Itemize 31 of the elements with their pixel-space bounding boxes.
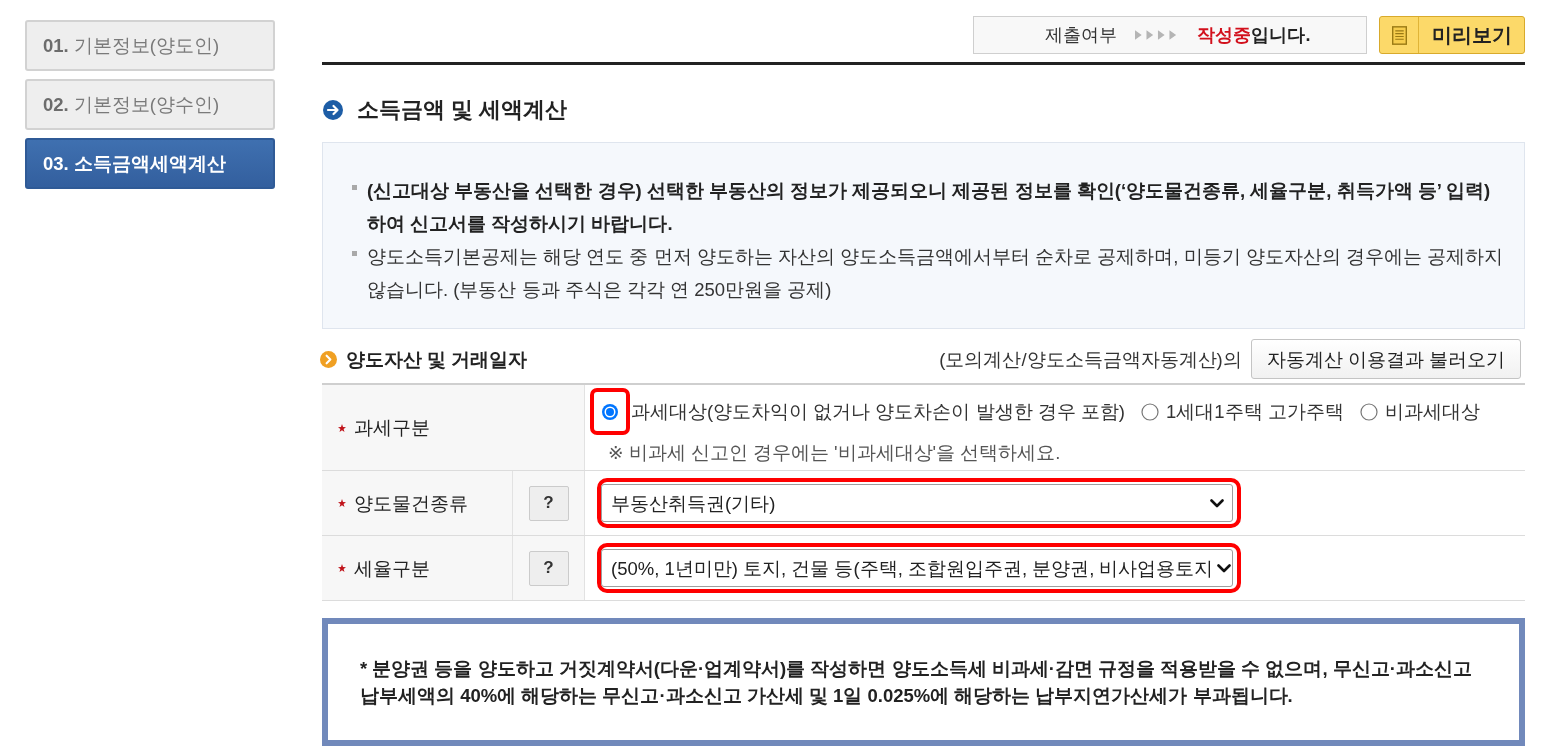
select-field[interactable]: (50%, 1년미만) 토지, 건물 등(주택, 조합원입주권, 분양권, 비사업용토지 <box>601 549 1233 587</box>
load-results-button[interactable]: 자동계산 이용결과 불러오기 <box>1250 339 1521 379</box>
status-label: 제출여부 <box>1045 24 1118 47</box>
sidebar-item[interactable]: 01. 기본정보(양도인) <box>25 20 275 71</box>
document-icon <box>1391 25 1407 45</box>
autocalc-caption: (모의계산/양도소득금액자동계산)의 <box>939 347 1242 372</box>
bullet-icon <box>352 185 357 190</box>
notice-text: 양도소득기본공제는 해당 연도 중 먼저 양도하는 자산의 양도소득금액에서부터 순차로 공제하며, 미등기 양도자산의 경우에는 공제하지 않습니다. (부동산 등과 주식은 각각 연 250만원을 공제) <box>367 245 1504 302</box>
field-label: 양도물건종류 <box>354 491 468 516</box>
hint-text: ※ 비과세 신고인 경우에는 '비과세대상'을 선택하세요. <box>608 441 1062 465</box>
section-title: 소득금액 및 세액계산 <box>357 97 567 124</box>
radio-option[interactable]: 과세대상(양도차익이 없거나 양도차손이 발생한 경우 포함) <box>590 388 1126 435</box>
field-label: 세율구분 <box>354 556 430 581</box>
sidebar-item[interactable]: 03. 소득금액세액계산 <box>25 138 275 189</box>
arrow-circle-icon <box>323 100 343 120</box>
help-button[interactable]: ? <box>528 485 569 521</box>
chevron-circle-icon <box>320 350 337 368</box>
sidebar-item[interactable]: 02. 기본정보(양수인) <box>25 79 275 130</box>
preview-button[interactable]: 미리보기 <box>1379 16 1525 54</box>
chevron-down-icon <box>1210 498 1224 508</box>
select-field[interactable]: 부동산취득권(기타) <box>601 484 1233 522</box>
help-button[interactable]: ? <box>528 550 569 586</box>
radio-option[interactable]: 1세대1주택 고가주택 <box>1141 399 1344 424</box>
subsection-title: 양도자산 및 거래일자 <box>346 347 528 372</box>
status-message: 작성중입니다. <box>1197 24 1311 47</box>
chevron-down-icon <box>1217 563 1232 573</box>
warning-text: * 분양권 등을 양도하고 거짓계약서(다운·업계약서)를 작성하면 양도소득세 비과세·감면 규정을 적용받을 수 없으며, 무신고·과소신고 납부세액의 40%에 해당하는 무신고·과소신고 가산세 및 1일 0.025%에 해당하는 납부지연가산세가 부과됩니다. <box>360 657 1473 708</box>
notice-text: (신고대상 부동산을 선택한 경우) 선택한 부동산의 정보가 제공되오니 제공된 정보를 확인(‘양도물건종류, 세율구분, 취득가액 등’ 입력)하여 신고서를 작성하시기 바랍니다. <box>367 179 1492 236</box>
radio-option[interactable]: 비과세대상 <box>1359 399 1480 424</box>
field-label: 과세구분 <box>354 416 430 440</box>
bullet-icon <box>352 251 357 256</box>
